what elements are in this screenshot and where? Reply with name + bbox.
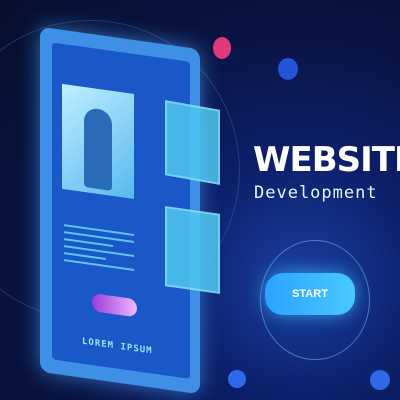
decor-orb — [278, 58, 298, 80]
start-button[interactable]: START — [265, 273, 355, 315]
profile-photo — [62, 83, 134, 199]
banner: LOREM IPSUM WEBSITE Development START — [0, 0, 400, 400]
text-lines — [64, 219, 134, 276]
hero-subtitle: Development — [254, 183, 378, 203]
tablet-text: LOREM IPSUM — [82, 336, 153, 357]
hero-title: WEBSITE — [253, 140, 400, 180]
pill-button — [92, 293, 137, 318]
floating-panel — [165, 206, 220, 294]
decor-orb — [370, 370, 390, 390]
decor-orb — [228, 370, 246, 388]
decor-orb — [213, 37, 231, 59]
floating-panel — [165, 100, 220, 185]
person-figure — [84, 106, 112, 191]
